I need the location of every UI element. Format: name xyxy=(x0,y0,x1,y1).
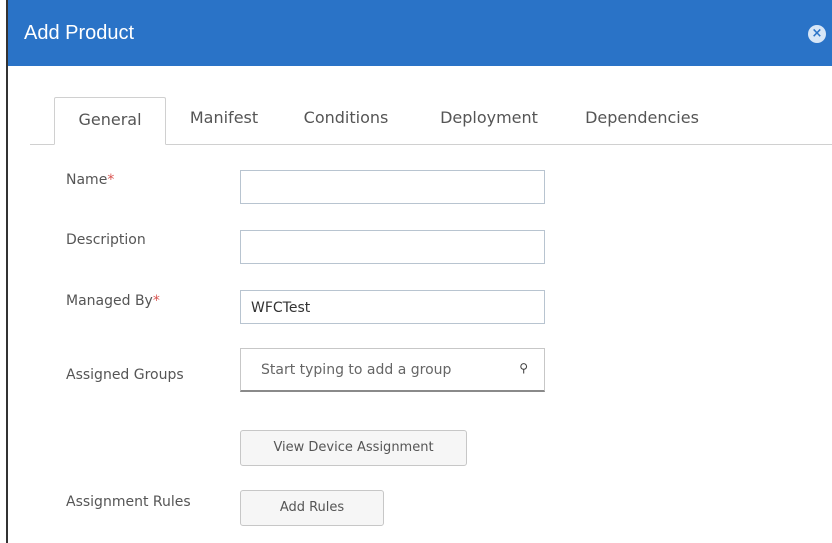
name-label: Name* xyxy=(66,172,115,188)
name-field[interactable] xyxy=(240,170,545,204)
description-label: Description xyxy=(66,232,146,248)
description-field[interactable] xyxy=(240,230,545,264)
add-rules-button[interactable]: Add Rules xyxy=(240,490,384,526)
tab-manifest[interactable]: Manifest xyxy=(186,96,262,144)
assigned-groups-label: Assigned Groups xyxy=(66,367,184,383)
tab-deployment[interactable]: Deployment xyxy=(434,96,544,144)
close-icon[interactable]: × xyxy=(808,25,826,43)
view-device-assignment-button[interactable]: View Device Assignment xyxy=(240,430,467,466)
tab-dependencies[interactable]: Dependencies xyxy=(580,96,704,144)
dialog-border xyxy=(6,0,8,543)
assigned-groups-search-input[interactable]: Start typing to add a group ⚲ xyxy=(240,348,545,392)
tab-bar: General Manifest Conditions Deployment D… xyxy=(30,96,832,145)
required-marker: * xyxy=(107,172,115,188)
managed-by-field[interactable]: WFCTest xyxy=(240,290,545,324)
search-placeholder: Start typing to add a group xyxy=(261,362,452,378)
managed-by-label: Managed By* xyxy=(66,293,160,309)
dialog-header: Add Product × xyxy=(8,0,832,66)
required-marker: * xyxy=(152,293,160,309)
tab-conditions[interactable]: Conditions xyxy=(298,96,394,144)
assignment-rules-label: Assignment Rules xyxy=(66,494,191,510)
tab-general[interactable]: General xyxy=(54,97,166,145)
search-icon: ⚲ xyxy=(519,361,528,375)
dialog-title: Add Product xyxy=(24,22,135,44)
